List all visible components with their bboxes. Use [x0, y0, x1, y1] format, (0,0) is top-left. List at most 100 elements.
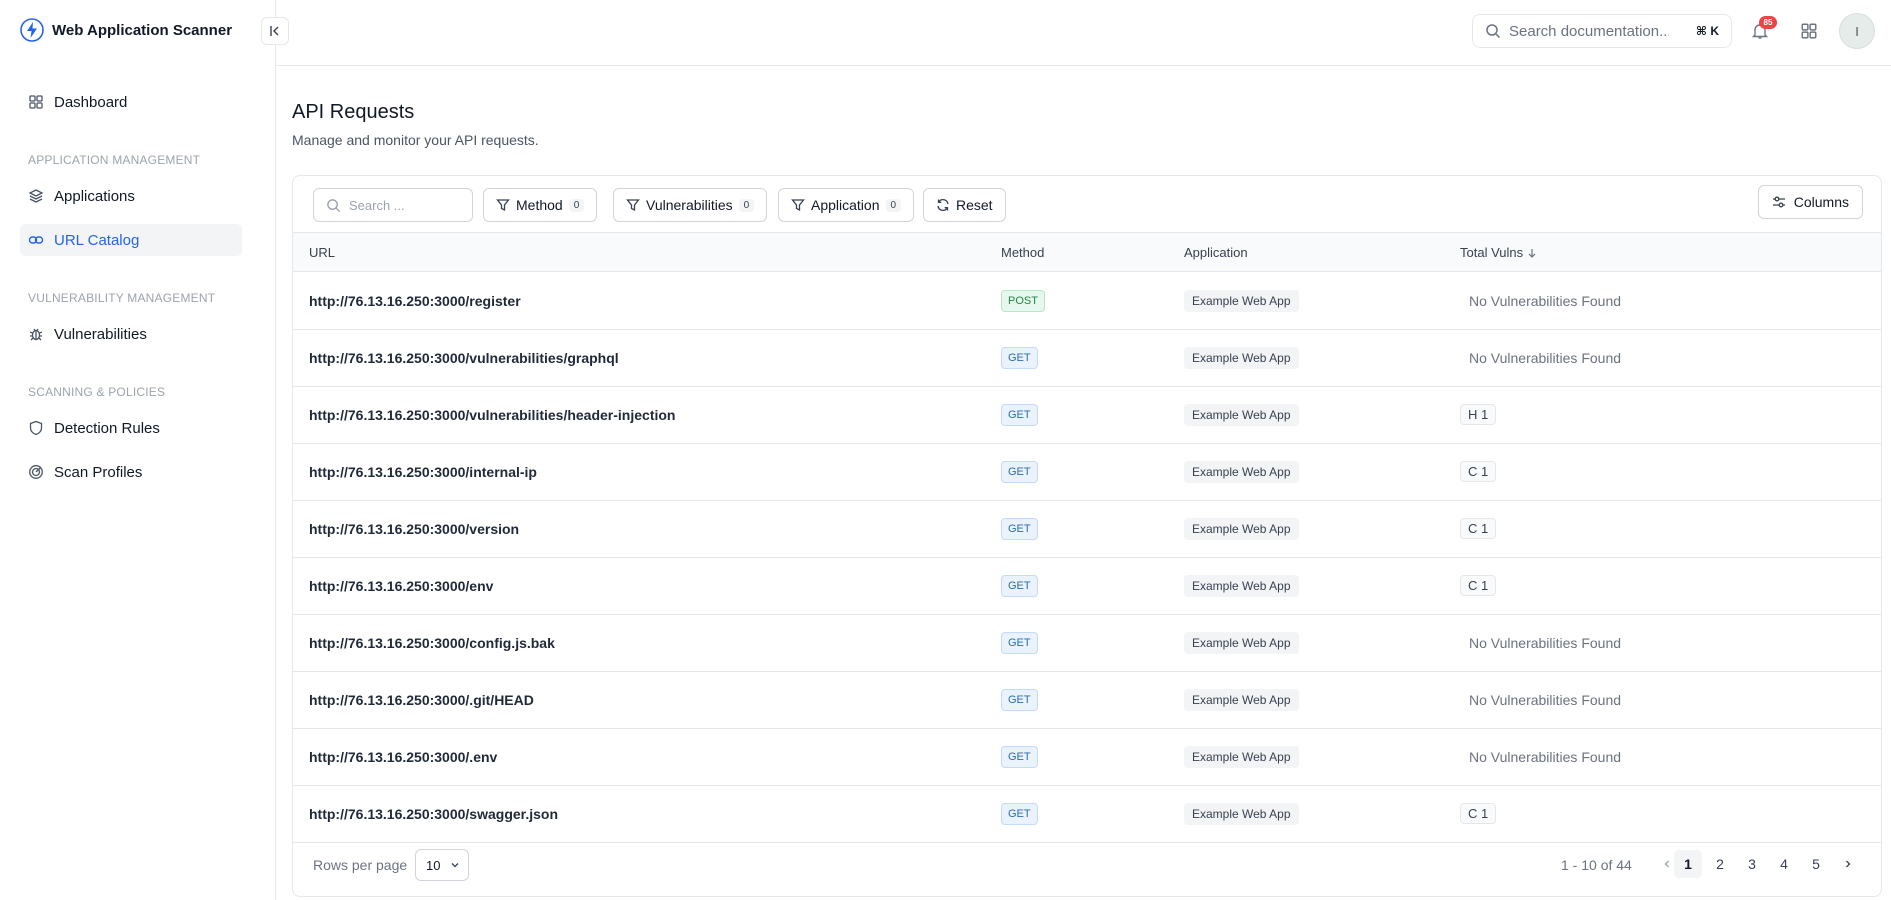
filter-label: Vulnerabilities: [646, 197, 733, 213]
sidebar-item-label: Detection Rules: [54, 419, 160, 437]
search-icon: [327, 198, 341, 212]
rows-per-page-label: Rows per page: [313, 857, 408, 873]
vuln-status-text: No Vulnerabilities Found: [1469, 293, 1622, 309]
method-badge: GET: [1001, 404, 1038, 426]
column-header-url[interactable]: URL: [309, 245, 335, 260]
table-row[interactable]: http://76.13.16.250:3000/version GET Examp…: [293, 501, 1881, 558]
sidebar-item-label: Dashboard: [54, 93, 128, 111]
search-icon: [1486, 24, 1501, 39]
url-cell[interactable]: http://76.13.16.250:3000/internal-ip: [309, 464, 537, 480]
sidebar-item-label: Scan Profiles: [54, 463, 143, 481]
chevron-left-icon: [1664, 860, 1669, 868]
method-badge: GET: [1001, 632, 1038, 654]
url-cell[interactable]: http://76.13.16.250:3000/.git/HEAD: [309, 692, 534, 708]
app-title: Web Application Scanner: [52, 21, 233, 39]
vuln-status-text: No Vulnerabilities Found: [1469, 350, 1622, 366]
page-button-4[interactable]: 4: [1770, 850, 1798, 878]
refresh-icon: [937, 199, 949, 211]
vuln-count-badge: C 1: [1460, 461, 1497, 482]
method-badge: GET: [1001, 575, 1038, 597]
apps-button[interactable]: [1795, 17, 1823, 45]
table-row[interactable]: http://76.13.16.250:3000/register POST Exa…: [293, 273, 1881, 330]
table-row[interactable]: http://76.13.16.250:3000/.git/HEAD GET Exa…: [293, 672, 1881, 729]
table-row[interactable]: http://76.13.16.250:3000/vulnerabilities…: [293, 387, 1881, 444]
layers-icon: [28, 189, 44, 203]
rows-per-page-value: 10: [426, 857, 441, 873]
shield-icon: [29, 420, 43, 436]
url-cell[interactable]: http://76.13.16.250:3000/config.js.bak: [309, 635, 555, 651]
column-header-total-vulns[interactable]: Total Vulns: [1460, 245, 1537, 260]
table-search-input[interactable]: [349, 197, 459, 213]
rows-per-page-select[interactable]: 10: [415, 849, 469, 881]
filter-count: 0: [568, 198, 585, 212]
url-cell[interactable]: http://76.13.16.250:3000/swagger.json: [309, 806, 558, 822]
section-label-scanning-policies: SCANNING & POLICIES: [28, 385, 166, 399]
url-cell[interactable]: http://76.13.16.250:3000/vulnerabilities…: [309, 407, 675, 423]
vulnerabilities-filter-button[interactable]: Vulnerabilities 0: [613, 188, 768, 222]
table-search[interactable]: [313, 188, 473, 222]
columns-label: Columns: [1793, 194, 1849, 210]
table-row[interactable]: http://76.13.16.250:3000/vulnerabilities…: [293, 330, 1881, 387]
application-badge: Example Web App: [1184, 290, 1299, 312]
table-row[interactable]: http://76.13.16.250:3000/env GET Example W…: [293, 558, 1881, 615]
sidebar-item-applications[interactable]: Applications: [20, 180, 242, 212]
bug-icon: [29, 328, 43, 341]
sidebar-item-detection-rules[interactable]: Detection Rules: [20, 412, 242, 444]
method-badge: GET: [1001, 746, 1038, 768]
url-cell[interactable]: http://76.13.16.250:3000/vulnerabilities…: [309, 350, 619, 366]
vuln-status-text: No Vulnerabilities Found: [1469, 692, 1622, 708]
url-cell[interactable]: http://76.13.16.250:3000/version: [309, 521, 519, 537]
vuln-count-badge: C 1: [1460, 518, 1497, 539]
user-avatar[interactable]: I: [1839, 13, 1875, 49]
chevron-right-icon: [1846, 860, 1851, 868]
method-badge: GET: [1001, 518, 1038, 540]
grid-icon: [29, 95, 43, 109]
method-badge: POST: [1001, 290, 1045, 312]
application-badge: Example Web App: [1184, 347, 1299, 369]
collapse-sidebar-button[interactable]: [261, 17, 289, 45]
columns-button[interactable]: Columns: [1757, 185, 1863, 219]
application-filter-button[interactable]: Application 0: [778, 188, 915, 222]
column-header-method[interactable]: Method: [1001, 245, 1044, 260]
radar-icon: [29, 465, 43, 479]
grid-icon: [1801, 23, 1817, 39]
next-page-button[interactable]: [1834, 850, 1862, 878]
page-button-5[interactable]: 5: [1802, 850, 1830, 878]
url-cell[interactable]: http://76.13.16.250:3000/register: [309, 293, 521, 309]
reset-button[interactable]: Reset: [923, 188, 1006, 222]
vuln-count-badge: C 1: [1460, 575, 1497, 596]
documentation-search-input[interactable]: [1509, 22, 1669, 40]
filter-icon: [791, 199, 805, 212]
sidebar-item-url-catalog[interactable]: URL Catalog: [20, 224, 242, 256]
url-cell[interactable]: http://76.13.16.250:3000/env: [309, 578, 493, 594]
brand[interactable]: Web Application Scanner: [20, 18, 232, 42]
sidebar-item-scan-profiles[interactable]: Scan Profiles: [20, 456, 242, 488]
table-row[interactable]: http://76.13.16.250:3000/swagger.json GET…: [293, 786, 1881, 843]
table-row[interactable]: http://76.13.16.250:3000/.env GET Example …: [293, 729, 1881, 786]
page-button-1[interactable]: 1: [1674, 850, 1702, 878]
pagination-footer: Rows per page 10 1 - 10 of 44 1 2 3 4 5: [293, 836, 1881, 896]
method-badge: GET: [1001, 803, 1038, 825]
sidebar-item-label: URL Catalog: [54, 231, 140, 249]
filter-icon: [626, 199, 640, 212]
link-icon: [28, 236, 44, 244]
page-button-2[interactable]: 2: [1706, 850, 1734, 878]
table-row[interactable]: http://76.13.16.250:3000/config.js.bak GE…: [293, 615, 1881, 672]
method-filter-button[interactable]: Method 0: [483, 188, 598, 222]
chevron-down-icon: [451, 863, 459, 868]
table-row[interactable]: http://76.13.16.250:3000/internal-ip GET E…: [293, 444, 1881, 501]
pagination-range: 1 - 10 of 44: [1561, 857, 1632, 873]
application-badge: Example Web App: [1184, 518, 1299, 540]
vuln-count-badge: H 1: [1460, 404, 1497, 425]
sidebar-item-dashboard[interactable]: Dashboard: [20, 86, 242, 118]
vuln-status-text: No Vulnerabilities Found: [1469, 749, 1622, 765]
application-badge: Example Web App: [1184, 632, 1299, 654]
section-label-application-management: APPLICATION MANAGEMENT: [28, 153, 201, 167]
url-cell[interactable]: http://76.13.16.250:3000/.env: [309, 749, 497, 765]
documentation-search[interactable]: ⌘ K: [1472, 14, 1732, 48]
page-button-3[interactable]: 3: [1738, 850, 1766, 878]
filter-count: 0: [738, 198, 755, 212]
sidebar-item-vulnerabilities[interactable]: Vulnerabilities: [20, 318, 242, 350]
application-badge: Example Web App: [1184, 746, 1299, 768]
column-header-application[interactable]: Application: [1184, 245, 1248, 260]
